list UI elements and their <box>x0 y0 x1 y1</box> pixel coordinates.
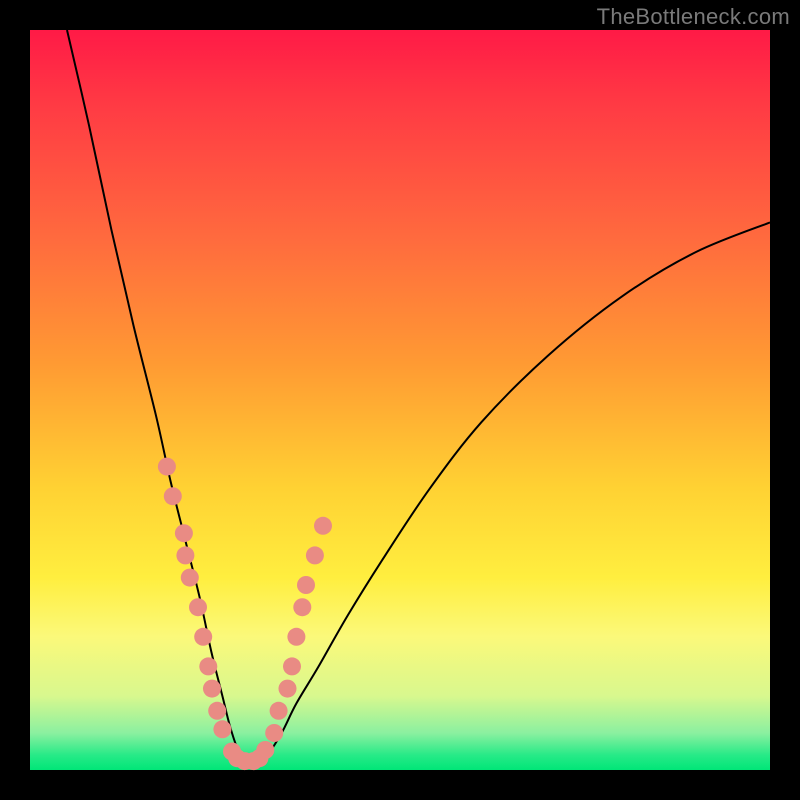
data-marker <box>176 546 194 564</box>
data-marker <box>265 724 283 742</box>
data-marker <box>293 598 311 616</box>
watermark-text: TheBottleneck.com <box>597 4 790 30</box>
data-marker <box>279 680 297 698</box>
data-marker <box>175 524 193 542</box>
data-marker <box>203 680 221 698</box>
chart-frame: TheBottleneck.com <box>0 0 800 800</box>
marker-group <box>158 458 332 770</box>
data-marker <box>213 720 231 738</box>
data-marker <box>189 598 207 616</box>
data-marker <box>199 657 217 675</box>
data-marker <box>256 741 274 759</box>
data-marker <box>164 487 182 505</box>
data-marker <box>297 576 315 594</box>
data-marker <box>194 628 212 646</box>
curve-layer <box>30 30 770 770</box>
data-marker <box>287 628 305 646</box>
data-marker <box>158 458 176 476</box>
data-marker <box>208 702 226 720</box>
data-marker <box>306 546 324 564</box>
data-marker <box>314 517 332 535</box>
data-marker <box>270 702 288 720</box>
data-marker <box>283 657 301 675</box>
bottleneck-curve <box>67 30 770 763</box>
plot-area <box>30 30 770 770</box>
data-marker <box>181 569 199 587</box>
